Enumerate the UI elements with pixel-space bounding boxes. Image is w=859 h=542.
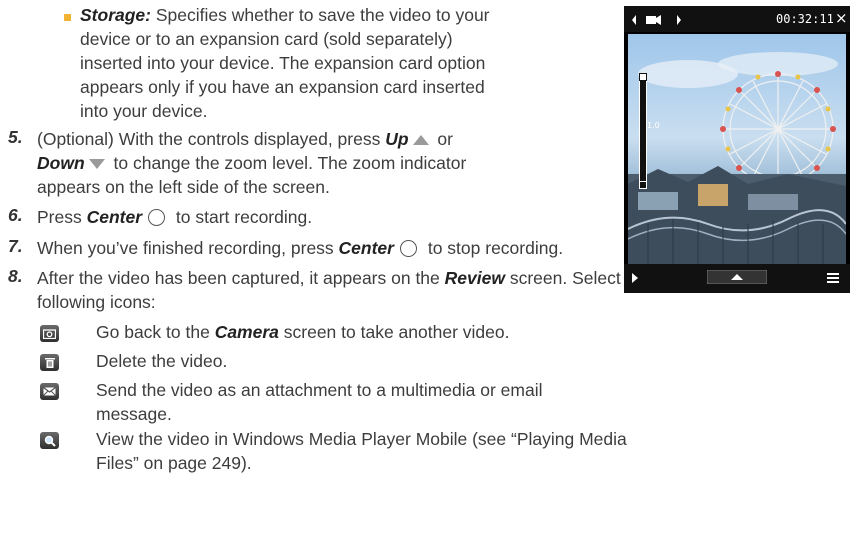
- camera-key: Camera: [214, 322, 279, 342]
- camera-icon-text: Go back to the Camera screen to take ano…: [96, 320, 509, 344]
- magnifier-text-line2: Files” on page 249).: [96, 453, 252, 473]
- step-5-text: (Optional) With the controls displayed, …: [37, 129, 386, 149]
- envelope-text-line1: Send the video as an attachment to a mul…: [96, 380, 543, 400]
- phone-top-bar: 00:32:11 ×: [624, 6, 850, 32]
- magnifier-icon: [40, 432, 59, 449]
- down-arrow-icon: [88, 159, 105, 170]
- controls-toggle-icon: [707, 270, 767, 284]
- camera-mode-switch-icon: [632, 15, 681, 25]
- ferris-wheel-scene: [628, 52, 846, 264]
- step-5-line2: Down to change the zoom level. The zoom …: [37, 151, 466, 175]
- storage-line1-text: Specifies whether to save the video to y…: [150, 5, 490, 25]
- phone-bottom-bar: [624, 264, 850, 293]
- step-7-post: to stop recording.: [422, 238, 564, 258]
- recording-time: 00:32:11: [776, 12, 834, 26]
- phone-screenshot: 00:32:11 × 1.0: [624, 6, 850, 293]
- close-icon: ×: [835, 9, 848, 27]
- center-key: Center: [338, 238, 394, 258]
- step-6-number: 6.: [8, 205, 23, 225]
- step-8-pre: After the video has been captured, it ap…: [37, 268, 445, 288]
- zoom-level-marker-bottom: [639, 181, 647, 189]
- step-7-number: 7.: [8, 236, 23, 256]
- center-button-icon: [399, 239, 417, 257]
- envelope-text-line2: message.: [96, 404, 172, 424]
- storage-label: Storage:: [80, 5, 151, 25]
- camera-text-post: screen to take another video.: [278, 322, 510, 342]
- step-5-line1: (Optional) With the controls displayed, …: [37, 127, 453, 151]
- storage-bullet-line1: Storage: Specifies whether to save the v…: [80, 3, 490, 27]
- or-text: or: [432, 129, 453, 149]
- magnifier-text-line1: View the video in Windows Media Player M…: [96, 429, 627, 449]
- review-key: Review: [444, 268, 505, 288]
- zoom-level-marker: [639, 73, 647, 81]
- up-arrow-icon: [412, 135, 429, 146]
- step-5-line3: appears on the left side of the screen.: [37, 177, 330, 197]
- step-7-pre: When you’ve finished recording, press: [37, 238, 339, 258]
- camera-viewfinder: 1.0: [628, 34, 846, 264]
- down-key: Down: [37, 153, 85, 173]
- step-6-pre: Press: [37, 207, 87, 227]
- step-7-text: When you’ve finished recording, press Ce…: [37, 236, 563, 260]
- camera-icon: [40, 325, 59, 342]
- trash-icon-text: Delete the video.: [96, 351, 228, 371]
- step-6-text: Press Center to start recording.: [37, 205, 312, 229]
- play-icon: [632, 273, 638, 283]
- step-8-line1: After the video has been captured, it ap…: [37, 266, 703, 290]
- menu-icon: [827, 273, 839, 283]
- center-key: Center: [86, 207, 143, 227]
- zoom-indicator: [639, 73, 647, 189]
- up-key: Up: [385, 129, 409, 149]
- storage-bullet-line4: appears only if you have an expansion ca…: [80, 77, 485, 97]
- step-6-post: to start recording.: [171, 207, 313, 227]
- step-8-number: 8.: [8, 266, 23, 286]
- trash-icon: [40, 354, 59, 371]
- storage-bullet-line3: inserted into your device. The expansion…: [80, 53, 486, 73]
- envelope-icon: [40, 383, 59, 400]
- zoom-level-label: 1.0: [647, 121, 660, 130]
- storage-bullet-line5: into your device.: [80, 101, 208, 121]
- step-5-number: 5.: [8, 127, 23, 147]
- step-8-line2: following icons:: [37, 292, 156, 312]
- storage-bullet-line2: device or to an expansion card (sold sep…: [80, 29, 453, 49]
- bullet-marker: [64, 14, 71, 21]
- center-button-icon: [148, 208, 166, 226]
- camera-text-pre: Go back to the: [96, 322, 215, 342]
- step-5-text2: to change the zoom level. The zoom indic…: [108, 153, 467, 173]
